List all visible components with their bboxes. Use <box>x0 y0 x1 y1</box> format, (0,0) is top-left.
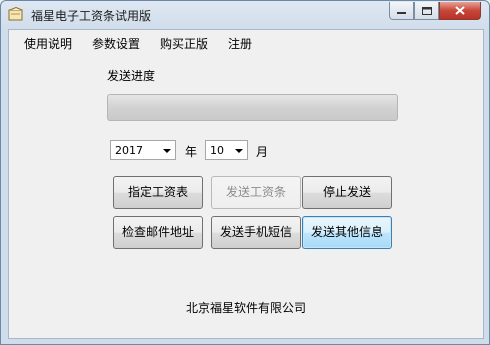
caption-buttons <box>389 2 481 20</box>
month-suffix: 月 <box>256 145 269 159</box>
title-bar[interactable]: 福星电子工资条试用版 <box>1 1 489 29</box>
year-select[interactable]: 2017 <box>110 140 176 160</box>
send-other-info-button[interactable]: 发送其他信息 <box>302 216 392 249</box>
stop-sending-button[interactable]: 停止发送 <box>302 176 392 209</box>
menu-parameter-settings[interactable]: 参数设置 <box>92 35 140 52</box>
minimize-button[interactable] <box>389 2 414 20</box>
check-email-button[interactable]: 检查邮件地址 <box>113 216 203 249</box>
send-payslip-button[interactable]: 发送工资条 <box>211 176 301 209</box>
chevron-down-icon <box>235 149 243 153</box>
designate-payslip-button[interactable]: 指定工资表 <box>113 176 203 209</box>
app-window: 福星电子工资条试用版 使用说明 参数设置 购买正版 注册 发送进度 2017 年 <box>0 0 490 345</box>
chevron-down-icon <box>163 149 171 153</box>
close-icon <box>455 6 465 15</box>
menu-usage-guide[interactable]: 使用说明 <box>24 35 72 52</box>
minimize-icon <box>397 11 406 14</box>
client-area: 使用说明 参数设置 购买正版 注册 发送进度 2017 年 10 月 指定工资表… <box>8 29 484 339</box>
menu-bar: 使用说明 参数设置 购买正版 注册 <box>9 30 483 54</box>
company-name: 北京福星软件有限公司 <box>185 301 306 315</box>
menu-register[interactable]: 注册 <box>228 35 252 52</box>
close-button[interactable] <box>439 2 481 20</box>
menu-buy-license[interactable]: 购买正版 <box>160 35 208 52</box>
year-value: 2017 <box>115 144 143 157</box>
app-icon <box>8 7 23 21</box>
month-value: 10 <box>210 144 224 157</box>
progress-label: 发送进度 <box>107 69 156 83</box>
maximize-button[interactable] <box>414 2 439 20</box>
window-title: 福星电子工资条试用版 <box>31 9 152 23</box>
send-progress-bar <box>107 94 398 121</box>
maximize-icon <box>421 6 432 15</box>
year-suffix: 年 <box>185 145 198 159</box>
send-sms-button[interactable]: 发送手机短信 <box>211 216 301 249</box>
month-select[interactable]: 10 <box>205 140 248 160</box>
